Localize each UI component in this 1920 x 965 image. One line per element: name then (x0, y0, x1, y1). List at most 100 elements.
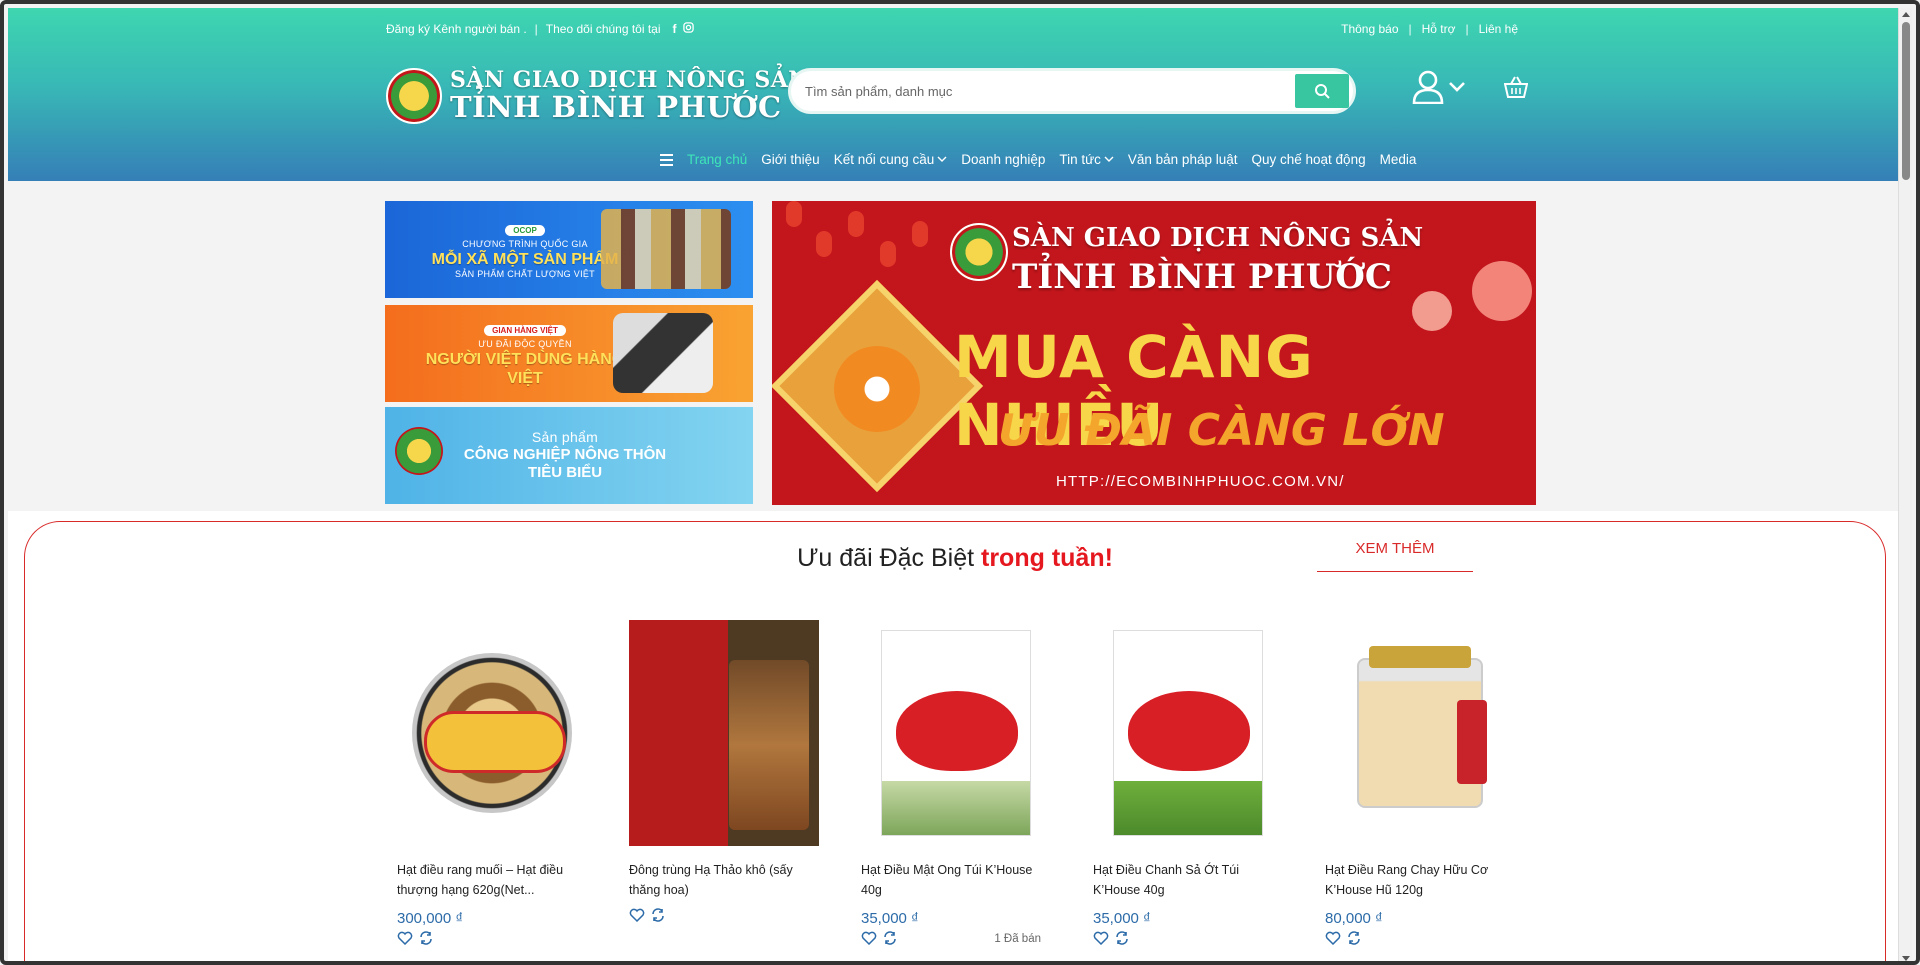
main-promo-banner[interactable]: SÀN GIAO DỊCH NÔNG SẢN TỈNH BÌNH PHƯỚC M… (772, 201, 1536, 505)
product-price: 35,000 ₫ (861, 910, 919, 927)
banner-title-line2: TỈNH BÌNH PHƯỚC (1012, 257, 1392, 297)
banner-text: GIAN HÀNG VIỆT ƯU ĐÃI ĐỘC QUYỀN NGƯỜI VI… (425, 319, 625, 389)
compare-icon[interactable] (651, 908, 665, 922)
notifications-link[interactable]: Thông báo (1341, 22, 1398, 36)
heart-icon[interactable] (1093, 931, 1109, 945)
nav-item-regulations[interactable]: Quy chế hoạt động (1252, 152, 1366, 167)
nav-label: Media (1379, 152, 1417, 167)
topbar-left: Đăng ký Kênh người bán . | Theo dõi chún… (386, 22, 694, 36)
logo-emblem (386, 68, 442, 125)
browser-window: Đăng ký Kênh người bán . | Theo dõi chún… (0, 0, 1920, 965)
banner-headline: CÔNG NGHIỆP NÔNG THÔN TIÊU BIỂU (463, 445, 667, 481)
products-image (601, 209, 731, 289)
logo-line1: SÀN GIAO DỊCH NÔNG SẢN (450, 67, 809, 93)
see-more-link[interactable]: XEM THÊM (1317, 540, 1473, 572)
nav-item-news[interactable]: Tin tức (1059, 152, 1114, 167)
main-nav: Trang chủ Giới thiệu Kết nối cung cầu Do… (660, 152, 1416, 167)
vietnam-goods-banner[interactable]: GIAN HÀNG VIỆT ƯU ĐÃI ĐỘC QUYỀN NGƯỜI VI… (385, 305, 753, 402)
product-image[interactable] (629, 620, 819, 846)
section-title: Ưu đãi Đặc Biệt trong tuần! (25, 544, 1885, 573)
banner-subtitle: ƯU ĐÃI ĐỘC QUYỀN (478, 339, 572, 350)
scrollbar-thumb[interactable] (1902, 22, 1910, 180)
lantern-decoration (786, 201, 802, 227)
separator: | (1408, 22, 1412, 36)
site-logo[interactable]: SÀN GIAO DỊCH NÔNG SẢN TỈNH BÌNH PHƯỚC (386, 67, 809, 125)
nav-item-home[interactable]: Trang chủ (687, 152, 747, 167)
support-link[interactable]: Hỗ trợ (1422, 22, 1456, 36)
compare-icon[interactable] (419, 931, 433, 945)
product-card[interactable]: Hạt điều rang muối – Hạt điều thượng hạn… (397, 620, 587, 945)
heart-icon[interactable] (1325, 931, 1341, 945)
search-icon (1315, 84, 1330, 99)
product-card[interactable]: Hạt Điều Rang Chay Hữu Cơ K’House Hũ 120… (1325, 620, 1515, 945)
chevron-down-icon (1449, 82, 1465, 92)
nav-label: Tin tức (1059, 152, 1101, 167)
sold-count: 1 Đã bán (994, 933, 1041, 945)
product-image[interactable] (397, 620, 587, 846)
nav-item-media[interactable]: Media (1380, 152, 1417, 167)
product-image[interactable] (1325, 620, 1515, 846)
nav-item-supply-demand[interactable]: Kết nối cung cầu (834, 152, 948, 167)
product-image[interactable] (1093, 620, 1283, 846)
basket-icon (1503, 76, 1529, 98)
scroll-up-icon[interactable] (1902, 12, 1910, 17)
nav-item-business[interactable]: Doanh nghiệp (961, 152, 1045, 167)
lantern-decoration (880, 241, 896, 267)
instagram-icon[interactable] (682, 22, 694, 36)
product-card[interactable]: Đông trùng Hạ Thảo khô (sấy thăng hoa) (629, 620, 819, 945)
vertical-scrollbar[interactable] (1898, 8, 1912, 961)
chevron-down-icon (937, 156, 947, 162)
lantern-decoration (848, 211, 864, 237)
compare-icon[interactable] (1347, 931, 1361, 945)
banner-title-line1: SÀN GIAO DỊCH NÔNG SẢN (1012, 223, 1424, 253)
search-bar (788, 68, 1356, 114)
product-card[interactable]: Hạt Điều Chanh Sả Ớt Túi K’House 40g 35,… (1093, 620, 1283, 945)
product-name[interactable]: Hạt Điều Mật Ong Túi K’House 40g (861, 860, 1051, 900)
contact-link[interactable]: Liên hệ (1479, 22, 1518, 36)
search-input[interactable] (791, 71, 1295, 111)
search-button[interactable] (1295, 74, 1349, 108)
banner-badge: GIAN HÀNG VIỆT (484, 324, 566, 337)
product-actions (1093, 931, 1283, 945)
product-actions (397, 931, 587, 945)
product-name[interactable]: Đông trùng Hạ Thảo khô (sấy thăng hoa) (629, 860, 819, 900)
menu-icon[interactable] (660, 153, 673, 166)
banner-area: OCOP CHƯƠNG TRÌNH QUỐC GIA MỖI XÃ MỘT SẢ… (8, 181, 1904, 511)
lantern-decoration (816, 231, 832, 257)
weekly-specials-section: Ưu đãi Đặc Biệt trong tuần! XEM THÊM Hạt… (24, 521, 1886, 961)
register-seller-link[interactable]: Đăng ký Kênh người bán . (386, 22, 527, 36)
separator: | (1465, 22, 1469, 36)
product-actions (629, 908, 819, 922)
banner-slogan-line2: ƯU ĐÃI CÀNG LỚN (998, 405, 1445, 456)
nav-label: Văn bản pháp luật (1127, 152, 1238, 167)
product-name[interactable]: Hạt điều rang muối – Hạt điều thượng hạn… (397, 860, 587, 900)
user-icon (1412, 70, 1444, 104)
product-card[interactable]: Hạt Điều Mật Ong Túi K’House 40g 35,000 … (861, 620, 1051, 945)
banner-text: Sản phẩm CÔNG NGHIỆP NÔNG THÔN TIÊU BIỂU (445, 429, 685, 482)
section-title-prefix: Ưu đãi Đặc Biệt (797, 544, 981, 572)
heart-icon[interactable] (629, 908, 645, 922)
nav-label: Quy chế hoạt động (1251, 152, 1366, 167)
heart-icon[interactable] (861, 931, 877, 945)
nav-item-legal[interactable]: Văn bản pháp luật (1128, 152, 1238, 167)
phones-image (613, 313, 713, 393)
rural-industry-banner[interactable]: Sản phẩm CÔNG NGHIỆP NÔNG THÔN TIÊU BIỂU (385, 407, 753, 504)
product-image[interactable] (861, 620, 1051, 846)
product-name[interactable]: Hạt Điều Chanh Sả Ớt Túi K’House 40g (1093, 860, 1283, 900)
nav-label: Trang chủ (687, 152, 748, 167)
ocop-banner[interactable]: OCOP CHƯƠNG TRÌNH QUỐC GIA MỖI XÃ MỘT SẢ… (385, 201, 753, 298)
facebook-icon[interactable]: f (673, 22, 677, 36)
lantern-decoration (1472, 261, 1532, 321)
account-menu-button[interactable] (1412, 70, 1466, 104)
scroll-down-icon[interactable] (1902, 956, 1910, 961)
product-name[interactable]: Hạt Điều Rang Chay Hữu Cơ K’House Hũ 120… (1325, 860, 1515, 900)
banner-caption: SẢN PHẨM CHẤT LƯỢNG VIỆT (455, 269, 595, 280)
topbar-right: Thông báo | Hỗ trợ | Liên hệ (1341, 22, 1518, 36)
nav-item-about[interactable]: Giới thiệu (761, 152, 819, 167)
compare-icon[interactable] (883, 931, 897, 945)
follow-us-text: Theo dõi chúng tôi tại (545, 22, 661, 36)
banner-emblem (395, 427, 443, 475)
compare-icon[interactable] (1115, 931, 1129, 945)
heart-icon[interactable] (397, 931, 413, 945)
cart-button[interactable] (1503, 76, 1529, 103)
